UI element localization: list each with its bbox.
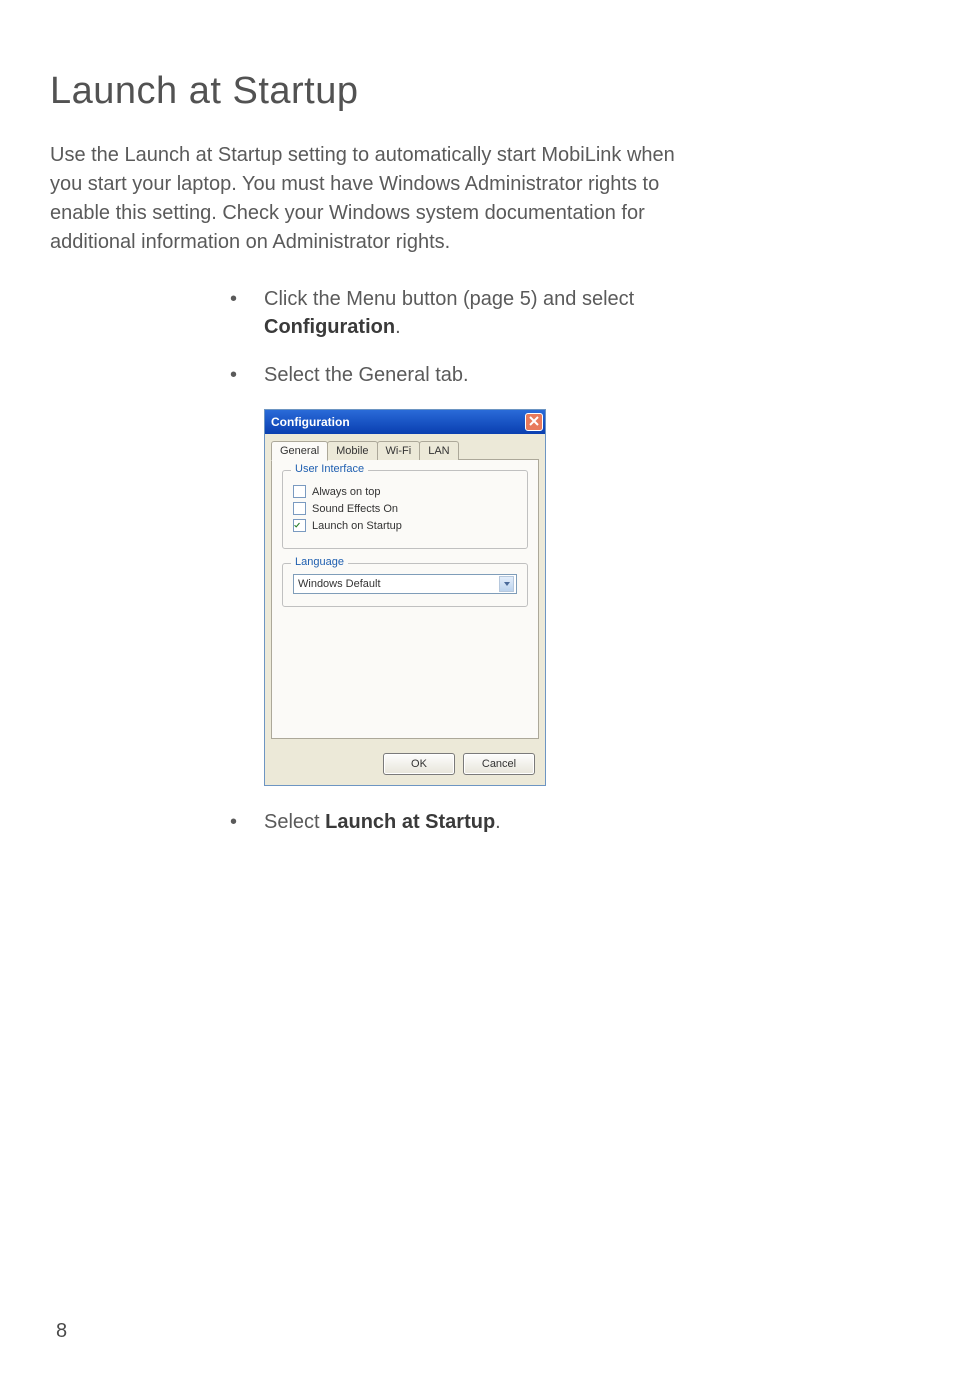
configuration-dialog: Configuration General Mobile Wi-Fi LAN U…: [264, 409, 546, 786]
intro-paragraph: Use the Launch at Startup setting to aut…: [50, 141, 690, 257]
step3-post: .: [495, 811, 501, 833]
step1-pre: Click the Menu button (page 5) and selec…: [264, 288, 634, 310]
checkbox-checked-icon: [293, 519, 306, 532]
tab-wifi-label: Wi-Fi: [386, 445, 412, 457]
groupbox-language: Language Windows Default: [282, 563, 528, 607]
step1-bold: Configuration: [264, 316, 395, 338]
dialog-title: Configuration: [271, 415, 350, 429]
checkbox-label: Always on top: [312, 486, 380, 498]
steps-list: • Click the Menu button (page 5) and sel…: [230, 285, 710, 389]
groupbox-user-interface: User Interface Always on top Sound Effec…: [282, 470, 528, 549]
checkbox-row-always-on-top[interactable]: Always on top: [293, 485, 517, 498]
checkbox-label: Launch on Startup: [312, 520, 402, 532]
tab-mobile[interactable]: Mobile: [327, 441, 377, 460]
checkbox-icon: [293, 502, 306, 515]
step1-post: .: [395, 316, 401, 338]
step-item: • Select Launch at Startup.: [230, 808, 710, 836]
ok-button[interactable]: OK: [383, 753, 455, 775]
language-select[interactable]: Windows Default: [293, 574, 517, 594]
page-number: 8: [56, 1320, 67, 1343]
titlebar: Configuration: [265, 410, 545, 434]
dropdown-arrow-icon: [499, 576, 514, 592]
cancel-button[interactable]: Cancel: [463, 753, 535, 775]
tab-general-label: General: [280, 445, 319, 457]
tab-panel-general: User Interface Always on top Sound Effec…: [271, 459, 539, 739]
step-text: Click the Menu button (page 5) and selec…: [264, 285, 710, 341]
groupbox-language-title: Language: [291, 556, 348, 568]
dialog-button-row: OK Cancel: [265, 745, 545, 785]
tab-mobile-label: Mobile: [336, 445, 368, 457]
bullet-icon: •: [230, 285, 264, 341]
checkbox-row-launch-on-startup[interactable]: Launch on Startup: [293, 519, 517, 532]
tab-lan[interactable]: LAN: [419, 441, 458, 460]
groupbox-ui-title: User Interface: [291, 463, 368, 475]
step2-text: Select the General tab.: [264, 364, 469, 386]
step-item: • Click the Menu button (page 5) and sel…: [230, 285, 710, 341]
checkbox-icon: [293, 485, 306, 498]
tab-wifi[interactable]: Wi-Fi: [377, 441, 421, 460]
bullet-icon: •: [230, 808, 264, 836]
close-button[interactable]: [525, 413, 543, 431]
page-title: Launch at Startup: [50, 70, 904, 113]
dialog-screenshot: Configuration General Mobile Wi-Fi LAN U…: [264, 409, 904, 786]
step-text: Select Launch at Startup.: [264, 808, 501, 836]
language-value: Windows Default: [298, 578, 381, 590]
tab-strip: General Mobile Wi-Fi LAN: [265, 435, 545, 460]
ok-label: OK: [411, 758, 427, 770]
checkbox-label: Sound Effects On: [312, 503, 398, 515]
close-icon: [529, 416, 539, 429]
step-item: • Select the General tab.: [230, 361, 710, 389]
tab-general[interactable]: General: [271, 441, 328, 461]
checkbox-row-sound-effects[interactable]: Sound Effects On: [293, 502, 517, 515]
steps-list-continued: • Select Launch at Startup.: [230, 808, 710, 836]
tab-lan-label: LAN: [428, 445, 449, 457]
step3-pre: Select: [264, 811, 325, 833]
step3-bold: Launch at Startup: [325, 811, 495, 833]
bullet-icon: •: [230, 361, 264, 389]
step-text: Select the General tab.: [264, 361, 469, 389]
cancel-label: Cancel: [482, 758, 516, 770]
